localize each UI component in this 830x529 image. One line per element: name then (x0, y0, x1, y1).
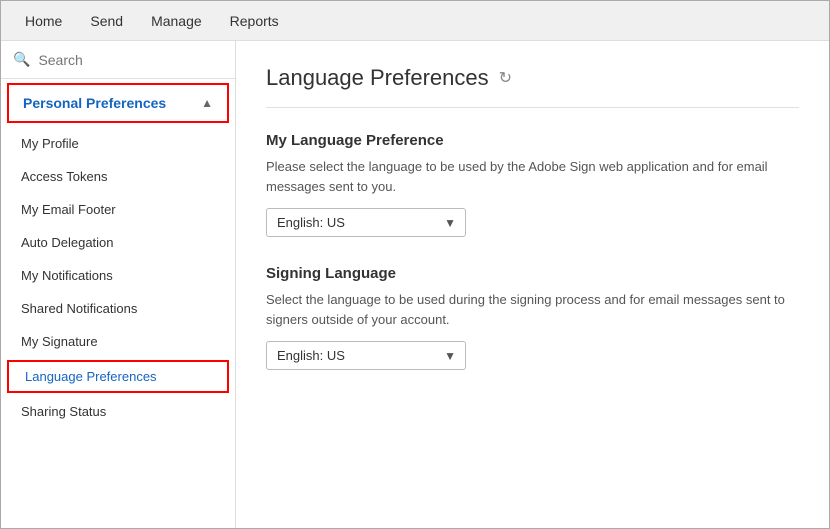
sidebar-item-my-profile[interactable]: My Profile (1, 127, 235, 160)
app-window: Home Send Manage Reports 🔍 Personal Pref… (0, 0, 830, 529)
sidebar: 🔍 Personal Preferences ▲ My Profile Acce… (1, 41, 236, 528)
sidebar-item-shared-notifications[interactable]: Shared Notifications (1, 292, 235, 325)
search-bar: 🔍 (1, 41, 235, 79)
nav-send[interactable]: Send (76, 5, 137, 37)
search-input[interactable] (38, 52, 223, 68)
section2-desc: Select the language to be used during th… (266, 290, 799, 329)
sidebar-item-auto-delegation[interactable]: Auto Delegation (1, 226, 235, 259)
language-select[interactable]: English: US French German Spanish Japane… (266, 208, 466, 237)
section1-title: My Language Preference (266, 132, 799, 149)
search-icon: 🔍 (13, 51, 30, 68)
nav-home[interactable]: Home (11, 5, 76, 37)
sidebar-item-language-preferences[interactable]: Language Preferences (7, 360, 229, 393)
main-content: Language Preferences ↻ My Language Prefe… (236, 41, 829, 528)
sidebar-item-my-signature[interactable]: My Signature (1, 325, 235, 358)
refresh-icon[interactable]: ↻ (499, 68, 512, 88)
signing-language-section: Signing Language Select the language to … (266, 265, 799, 398)
sidebar-personal-preferences[interactable]: Personal Preferences ▲ (7, 83, 229, 123)
signing-language-select-wrapper: English: US French German Spanish Japane… (266, 341, 466, 370)
language-select-wrapper: English: US French German Spanish Japane… (266, 208, 466, 237)
sidebar-item-my-notifications[interactable]: My Notifications (1, 259, 235, 292)
section1-desc: Please select the language to be used by… (266, 157, 799, 196)
nav-manage[interactable]: Manage (137, 5, 216, 37)
language-preference-section: My Language Preference Please select the… (266, 132, 799, 265)
sidebar-item-sharing-status[interactable]: Sharing Status (1, 395, 235, 428)
signing-language-select[interactable]: English: US French German Spanish Japane… (266, 341, 466, 370)
section2-title: Signing Language (266, 265, 799, 282)
nav-reports[interactable]: Reports (216, 5, 293, 37)
chevron-up-icon: ▲ (201, 96, 213, 110)
page-title-area: Language Preferences ↻ (266, 65, 799, 108)
page-title: Language Preferences (266, 65, 489, 91)
sidebar-item-email-footer[interactable]: My Email Footer (1, 193, 235, 226)
sidebar-item-access-tokens[interactable]: Access Tokens (1, 160, 235, 193)
content-area: 🔍 Personal Preferences ▲ My Profile Acce… (1, 41, 829, 528)
personal-preferences-label: Personal Preferences (23, 95, 166, 111)
top-nav: Home Send Manage Reports (1, 1, 829, 41)
